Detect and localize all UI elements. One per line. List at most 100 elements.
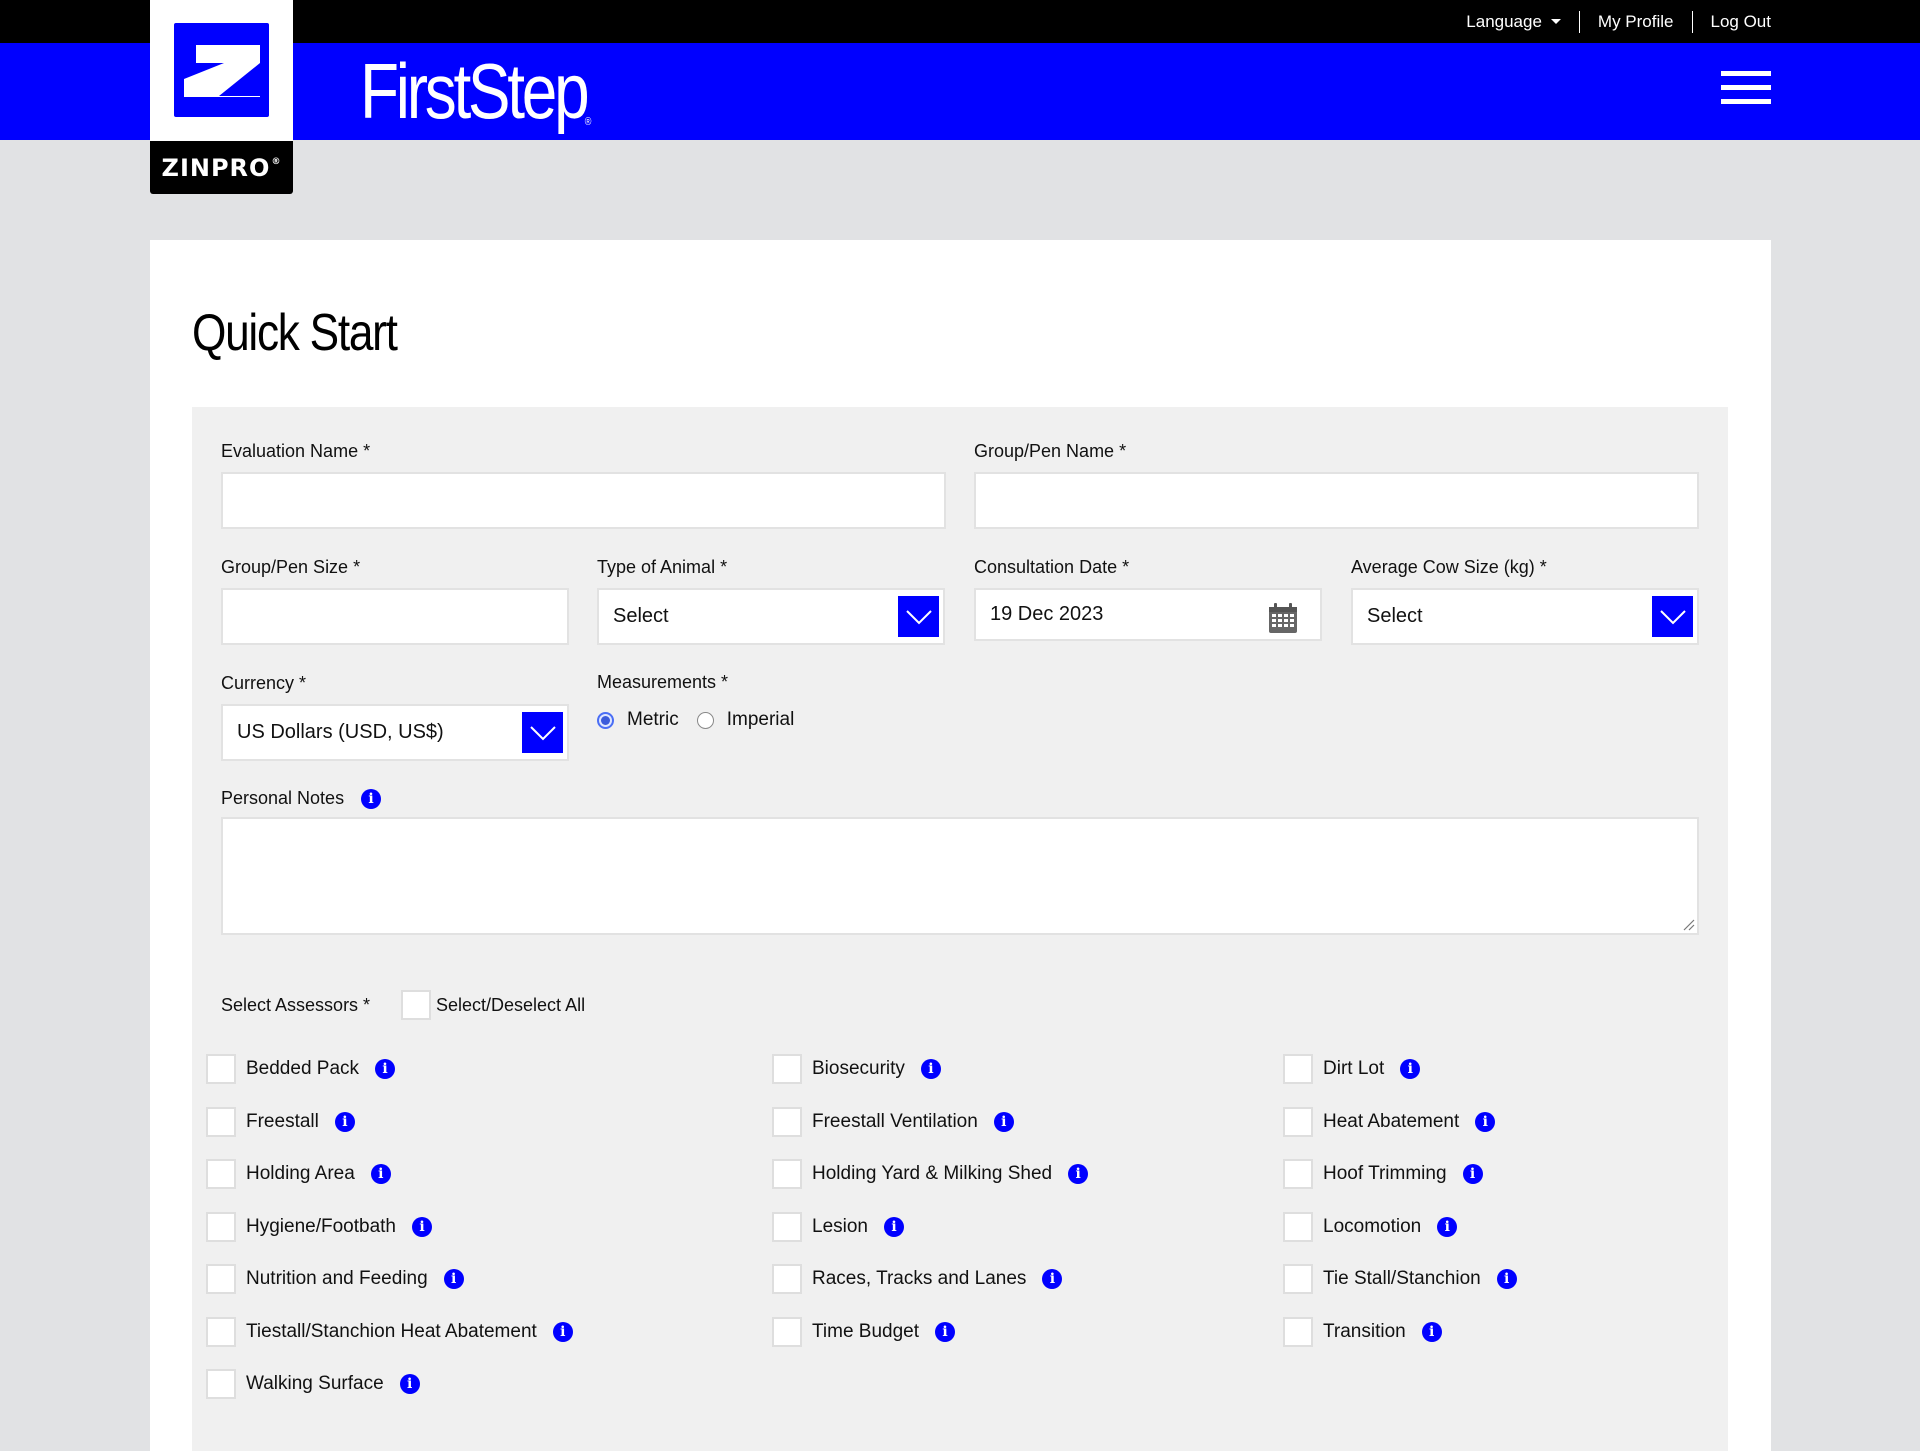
language-dropdown[interactable]: Language (1466, 12, 1561, 32)
assessor-label[interactable]: Races, Tracks and Lanes (812, 1268, 1026, 1290)
assessor-label[interactable]: Transition (1323, 1321, 1406, 1343)
type-of-animal-select[interactable]: Select (597, 588, 945, 645)
assessor-label[interactable]: Time Budget (812, 1321, 919, 1343)
currency-value: US Dollars (USD, US$) (237, 721, 444, 743)
assessor-label[interactable]: Hygiene/Footbath (246, 1216, 396, 1238)
calendar-icon[interactable] (1268, 602, 1298, 634)
log-out-link[interactable]: Log Out (1711, 12, 1772, 32)
caret-down-icon (1550, 19, 1561, 24)
assessor-checkbox[interactable] (206, 1211, 236, 1242)
logo-mark-area (150, 0, 293, 141)
assessor-label[interactable]: Holding Area (246, 1163, 355, 1185)
assessor-label[interactable]: Freestall Ventilation (812, 1111, 978, 1133)
assessor-item: Hoof Trimming i (1283, 1159, 1483, 1189)
assessor-label[interactable]: Dirt Lot (1323, 1058, 1384, 1080)
assessor-item: Holding Area i (206, 1159, 391, 1189)
assessor-item: Freestall i (206, 1106, 355, 1137)
assessor-checkbox[interactable] (1283, 1159, 1313, 1189)
assessor-label[interactable]: Locomotion (1323, 1216, 1421, 1238)
info-icon[interactable]: i (334, 1111, 355, 1132)
assessor-checkbox[interactable] (1283, 1106, 1313, 1137)
type-of-animal-value: Select (613, 605, 669, 627)
info-icon[interactable]: i (1496, 1269, 1517, 1289)
currency-label: Currency * (221, 673, 307, 693)
assessor-checkbox[interactable] (1283, 1054, 1313, 1084)
assessor-checkbox[interactable] (1283, 1211, 1313, 1242)
info-icon[interactable]: i (361, 788, 382, 809)
assessor-label[interactable]: Heat Abatement (1323, 1111, 1459, 1133)
assessor-checkbox[interactable] (772, 1316, 802, 1347)
chevron-down-icon[interactable] (898, 596, 939, 637)
assessor-checkbox[interactable] (206, 1054, 236, 1084)
assessor-label[interactable]: Tie Stall/Stanchion (1323, 1268, 1481, 1290)
group-pen-name-input[interactable] (974, 472, 1699, 529)
chevron-down-icon[interactable] (522, 712, 563, 753)
assessor-checkbox[interactable] (206, 1264, 236, 1294)
assessor-label[interactable]: Bedded Pack (246, 1058, 359, 1080)
imperial-radio[interactable] (696, 711, 714, 729)
registered-mark: ® (271, 156, 282, 167)
assessor-checkbox[interactable] (772, 1264, 802, 1294)
info-icon[interactable]: i (1068, 1164, 1089, 1184)
assessor-checkbox[interactable] (206, 1316, 236, 1347)
assessor-checkbox[interactable] (772, 1159, 802, 1189)
info-icon[interactable]: i (920, 1059, 941, 1079)
assessor-label[interactable]: Nutrition and Feeding (246, 1268, 428, 1290)
metric-radio[interactable] (597, 711, 614, 729)
my-profile-link[interactable]: My Profile (1598, 12, 1674, 32)
info-icon[interactable]: i (399, 1374, 420, 1394)
assessor-item: Freestall Ventilation i (772, 1106, 1014, 1137)
assessor-label[interactable]: Tiestall/Stanchion Heat Abatement (246, 1321, 537, 1343)
info-icon[interactable]: i (1475, 1111, 1496, 1132)
personal-notes-textarea[interactable] (221, 817, 1699, 935)
metric-radio-label[interactable]: Metric (627, 709, 679, 731)
info-icon[interactable]: i (412, 1216, 432, 1237)
assessor-item: Lesion i (772, 1211, 904, 1242)
imperial-radio-label[interactable]: Imperial (727, 709, 795, 731)
info-icon[interactable]: i (935, 1321, 956, 1342)
group-pen-size-input[interactable] (221, 588, 569, 645)
info-icon[interactable]: i (1042, 1269, 1063, 1289)
info-icon[interactable]: i (884, 1216, 904, 1237)
divider (1578, 10, 1580, 33)
info-icon[interactable]: i (1462, 1164, 1483, 1184)
assessor-label[interactable]: Lesion (812, 1216, 868, 1238)
info-icon[interactable]: i (443, 1269, 464, 1289)
z-logo-icon (174, 23, 269, 117)
info-icon[interactable]: i (552, 1321, 573, 1342)
info-icon[interactable]: i (370, 1164, 391, 1184)
select-all-label[interactable]: Select/Deselect All (436, 995, 585, 1016)
zinpro-logo[interactable]: ZINPRO ® (150, 0, 293, 194)
brand-registered-mark: ® (584, 115, 592, 128)
assessor-checkbox[interactable] (772, 1054, 802, 1084)
average-cow-size-select[interactable]: Select (1351, 588, 1699, 645)
assessor-item: Time Budget i (772, 1316, 956, 1347)
assessor-checkbox[interactable] (772, 1211, 802, 1242)
assessor-label[interactable]: Walking Surface (246, 1373, 384, 1395)
info-icon[interactable]: i (993, 1111, 1014, 1132)
info-icon[interactable]: i (375, 1059, 396, 1079)
assessor-checkbox[interactable] (1283, 1316, 1313, 1347)
assessor-checkbox[interactable] (1283, 1264, 1313, 1294)
assessor-label[interactable]: Holding Yard & Milking Shed (812, 1163, 1052, 1185)
evaluation-name-input[interactable] (221, 472, 946, 529)
info-icon[interactable]: i (1400, 1059, 1421, 1079)
chevron-down-icon[interactable] (1652, 596, 1693, 637)
resize-handle-icon[interactable] (1683, 919, 1695, 931)
logo-wordmark: ZINPRO ® (150, 141, 293, 194)
assessor-checkbox[interactable] (772, 1106, 802, 1137)
hamburger-menu-icon[interactable] (1721, 70, 1771, 106)
assessor-item: Nutrition and Feeding i (206, 1264, 464, 1294)
assessor-label[interactable]: Hoof Trimming (1323, 1163, 1447, 1185)
assessor-label[interactable]: Biosecurity (812, 1058, 905, 1080)
assessor-item: Hygiene/Footbath i (206, 1211, 432, 1242)
assessor-checkbox[interactable] (206, 1159, 236, 1189)
info-icon[interactable]: i (1437, 1216, 1458, 1237)
currency-select[interactable]: US Dollars (USD, US$) (221, 704, 569, 761)
info-icon[interactable]: i (1421, 1321, 1442, 1342)
assessor-label[interactable]: Freestall (246, 1111, 319, 1133)
consultation-date-input[interactable]: 19 Dec 2023 (974, 588, 1322, 641)
assessor-checkbox[interactable] (206, 1369, 236, 1399)
select-all-checkbox[interactable] (401, 990, 431, 1020)
assessor-checkbox[interactable] (206, 1106, 236, 1137)
